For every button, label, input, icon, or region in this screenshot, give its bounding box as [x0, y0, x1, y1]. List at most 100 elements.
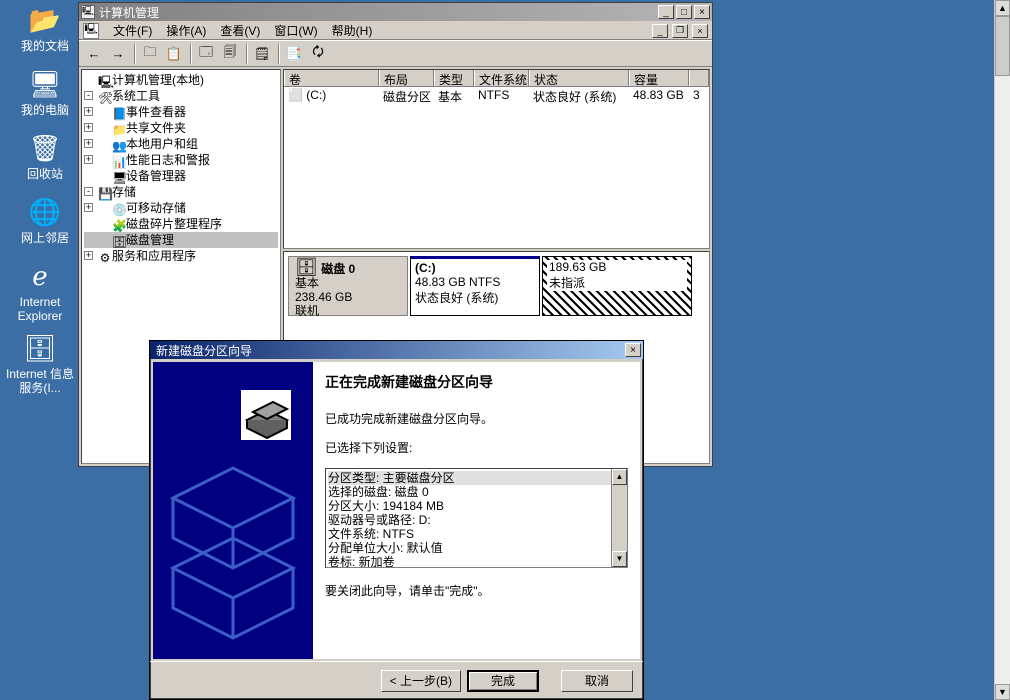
mdi-minimize-button[interactable]: _ — [652, 24, 668, 38]
partition-c[interactable]: (C:) 48.83 GB NTFS 状态良好 (系统) — [410, 256, 540, 316]
iis-icon: 🗄 — [24, 332, 56, 364]
tree-local-users[interactable]: +👥本地用户和组 — [84, 136, 278, 152]
expand-icon[interactable]: + — [84, 251, 93, 260]
scrollbar[interactable]: ▲ ▼ — [611, 469, 627, 567]
col-volume[interactable]: 卷 — [284, 70, 379, 86]
menu-action[interactable]: 操作(A) — [160, 20, 212, 41]
back-button[interactable]: < 上一步(B) — [381, 670, 461, 692]
col-filesystem[interactable]: 文件系统 — [474, 70, 529, 86]
page-scrollbar[interactable]: ▲ ▼ — [994, 0, 1010, 700]
tree-shared-folders[interactable]: +📁共享文件夹 — [84, 120, 278, 136]
expand-icon[interactable]: + — [84, 107, 93, 116]
tree-removable[interactable]: +💿可移动存储 — [84, 200, 278, 216]
wizard-close-button[interactable]: × — [625, 343, 641, 357]
menu-help[interactable]: 帮助(H) — [326, 20, 379, 41]
scroll-up-icon[interactable]: ▲ — [612, 469, 627, 485]
tree-systools[interactable]: -🛠系统工具 — [84, 88, 278, 104]
tree-device-manager[interactable]: 🖥设备管理器 — [84, 168, 278, 184]
export-icon[interactable]: 🗐 — [219, 43, 241, 65]
disk-row: 🗄 磁盘 0 基本 238.46 GB 联机 (C:) 48.83 GB NTF… — [288, 256, 705, 316]
collapse-icon[interactable]: - — [84, 187, 93, 196]
volume-list[interactable]: 卷 布局 类型 文件系统 状态 容量 ⬜ (C:) 磁盘分区 基本 NTFS 状… — [283, 69, 710, 249]
col-status[interactable]: 状态 — [529, 70, 629, 86]
scroll-down-icon[interactable]: ▼ — [612, 551, 627, 567]
desktop-icon-my-computer[interactable]: 🖥我的电脑 — [10, 68, 80, 117]
wizard-done-text: 已成功完成新建磁盘分区向导。 — [325, 410, 628, 427]
wizard-footer: < 上一步(B) 完成 取消 — [150, 661, 643, 699]
tree-storage[interactable]: -💾存储 — [84, 184, 278, 200]
desktop-icon-ie[interactable]: ℯInternet Explorer — [5, 260, 75, 323]
summary-line: 卷标: 新加卷 — [328, 555, 625, 568]
back-icon[interactable]: ← — [83, 43, 105, 65]
mmc-title-icon: 🖳 — [81, 5, 95, 19]
properties-icon[interactable]: 📋 — [163, 43, 185, 65]
show-hide-tree-icon[interactable]: 🗔 — [195, 43, 217, 65]
recycle-bin-icon: 🗑 — [29, 132, 61, 164]
mmc-toolbar: ← → 🗀 📋 🗔 🗐 🗒 📑 🗘 — [79, 41, 712, 67]
network-icon: 🌐 — [29, 196, 61, 228]
expand-icon[interactable]: + — [84, 139, 93, 148]
mmc-app-icon[interactable]: 🖳 — [83, 23, 99, 39]
mmc-title: 计算机管理 — [99, 4, 656, 21]
help-icon[interactable]: 📑 — [283, 43, 305, 65]
volume-row[interactable]: ⬜ (C:) 磁盘分区 基本 NTFS 状态良好 (系统) 48.83 GB 3 — [284, 87, 709, 104]
list-header: 卷 布局 类型 文件系统 状态 容量 — [284, 70, 709, 87]
col-capacity[interactable]: 容量 — [629, 70, 689, 86]
tree-event-viewer[interactable]: +📘事件查看器 — [84, 104, 278, 120]
up-folder-icon[interactable]: 🗀 — [139, 43, 161, 65]
summary-line: 驱动器号或路径: D: — [328, 513, 625, 527]
disk-info[interactable]: 🗄 磁盘 0 基本 238.46 GB 联机 — [288, 256, 408, 316]
my-docs-icon: 📂 — [29, 4, 61, 36]
wizard-title: 新建磁盘分区向导 — [152, 342, 623, 359]
mmc-titlebar[interactable]: 🖳 计算机管理 _ □ × — [79, 3, 712, 21]
tree-disk-management[interactable]: 🗄磁盘管理 — [84, 232, 278, 248]
desktop-icon-network[interactable]: 🌐网上邻居 — [10, 196, 80, 245]
minimize-button[interactable]: _ — [658, 5, 674, 19]
tree-defrag[interactable]: 🧩磁盘碎片整理程序 — [84, 216, 278, 232]
summary-line: 分区类型: 主要磁盘分区 — [328, 471, 625, 485]
cell-capacity: 48.83 GB — [629, 87, 689, 104]
maximize-button[interactable]: □ — [676, 5, 692, 19]
tree-services-apps[interactable]: +⚙服务和应用程序 — [84, 248, 278, 264]
menu-window[interactable]: 窗口(W) — [268, 20, 323, 41]
col-type[interactable]: 类型 — [434, 70, 474, 86]
cancel-button[interactable]: 取消 — [561, 670, 633, 692]
scroll-down-icon[interactable]: ▼ — [995, 684, 1010, 700]
my-computer-icon: 🖥 — [29, 68, 61, 100]
wizard-content: 正在完成新建磁盘分区向导 已成功完成新建磁盘分区向导。 已选择下列设置: 分区类… — [313, 362, 640, 659]
forward-icon[interactable]: → — [107, 43, 129, 65]
desktop-icon-recycle-bin[interactable]: 🗑 回收站 — [10, 132, 80, 181]
expand-icon[interactable]: + — [84, 123, 93, 132]
desktop-icon-my-docs[interactable]: 📂我的文档 — [10, 4, 80, 53]
expand-icon[interactable]: + — [84, 203, 93, 212]
partition-unallocated[interactable]: 189.63 GB 未指派 — [542, 256, 692, 316]
tree-root[interactable]: 🖳计算机管理(本地) — [84, 72, 278, 88]
mdi-close-button[interactable]: × — [692, 24, 708, 38]
menu-file[interactable]: 文件(F) — [107, 20, 158, 41]
summary-line: 分配单位大小: 默认值 — [328, 541, 625, 555]
tree-perf-logs[interactable]: +📊性能日志和警报 — [84, 152, 278, 168]
refresh-icon[interactable]: 🗘 — [307, 43, 329, 65]
disk-icon: 🗄 — [295, 257, 318, 277]
desktop-icon-label: 回收站 — [10, 167, 80, 181]
partition-c-info: 48.83 GB NTFS — [415, 275, 500, 289]
desktop-icon-iis[interactable]: 🗄Internet 信息服务(I... — [5, 332, 75, 395]
close-button[interactable]: × — [694, 5, 710, 19]
finish-button[interactable]: 完成 — [467, 670, 539, 692]
scroll-up-icon[interactable]: ▲ — [995, 0, 1010, 16]
cell-layout: 磁盘分区 — [379, 87, 434, 104]
summary-line: 分区大小: 194184 MB — [328, 499, 625, 513]
expand-icon[interactable]: + — [84, 155, 93, 164]
col-more[interactable] — [689, 70, 709, 86]
cell-more: 3 — [689, 87, 709, 104]
list-icon[interactable]: 🗒 — [251, 43, 273, 65]
wizard-art — [153, 362, 313, 659]
partition-c-status: 状态良好 (系统) — [415, 291, 498, 305]
menu-view[interactable]: 查看(V) — [214, 20, 266, 41]
wizard-titlebar[interactable]: 新建磁盘分区向导 × — [150, 341, 643, 359]
scroll-thumb[interactable] — [995, 16, 1010, 76]
col-layout[interactable]: 布局 — [379, 70, 434, 86]
mdi-restore-button[interactable]: ❐ — [672, 24, 688, 38]
collapse-icon[interactable]: - — [84, 91, 93, 100]
wizard-summary-list[interactable]: 分区类型: 主要磁盘分区选择的磁盘: 磁盘 0分区大小: 194184 MB驱动… — [325, 468, 628, 568]
